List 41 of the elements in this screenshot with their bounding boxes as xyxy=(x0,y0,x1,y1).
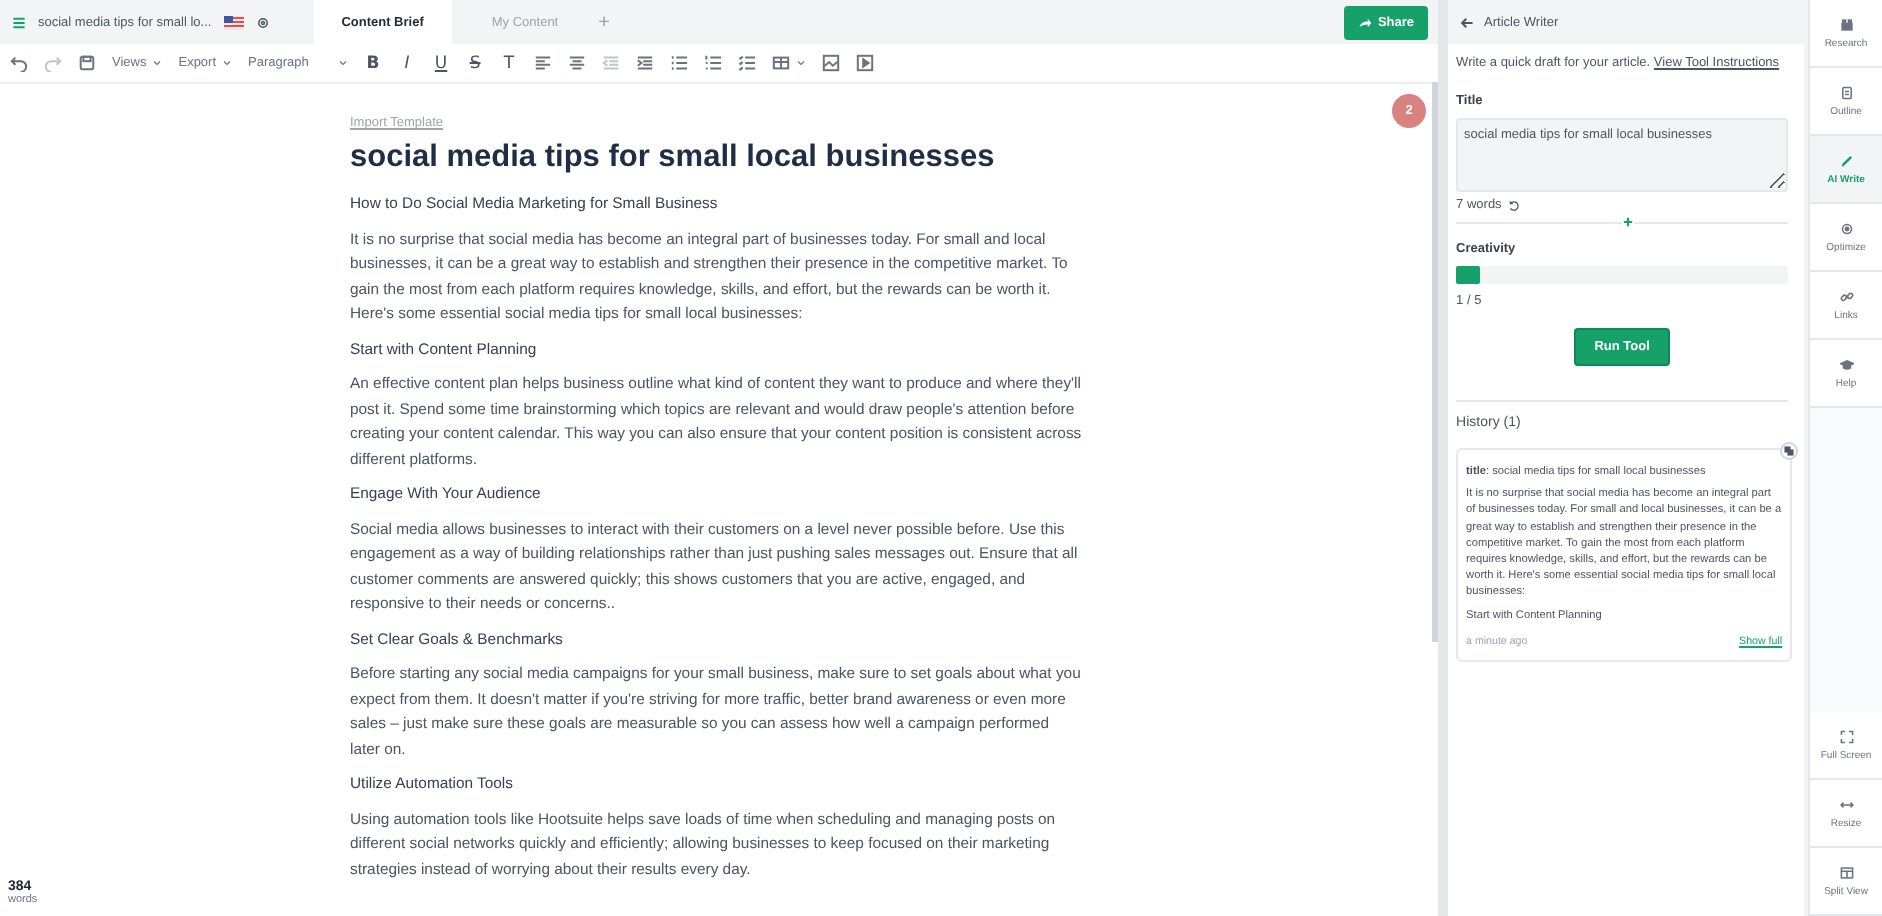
flag-icon xyxy=(223,15,244,29)
format-button[interactable]: U xyxy=(432,53,451,73)
checklist-icon xyxy=(738,54,757,72)
format-button[interactable]: T xyxy=(500,53,519,73)
undo-icon xyxy=(10,54,28,72)
binoculars-icon xyxy=(1839,17,1854,31)
link-icon xyxy=(1839,289,1854,303)
outdent-icon xyxy=(602,54,621,72)
format-button[interactable]: I xyxy=(398,53,417,73)
redo-icon xyxy=(44,54,62,72)
resize-icon xyxy=(1839,797,1854,811)
image-icon xyxy=(822,54,841,72)
menu-icon xyxy=(12,15,26,29)
document-icon xyxy=(1839,85,1854,99)
creativity-slider[interactable] xyxy=(1456,266,1789,284)
share-arrow-icon xyxy=(1357,15,1372,29)
graduation-cap-icon xyxy=(1839,357,1854,371)
caret-icon xyxy=(338,58,349,68)
table-icon xyxy=(772,54,791,72)
caret-icon xyxy=(152,58,163,68)
split-view-icon xyxy=(1839,865,1854,879)
format-button[interactable]: S xyxy=(466,53,485,73)
reset-icon xyxy=(1507,199,1520,211)
indent-icon xyxy=(636,54,655,72)
article-title: social media tips for small local businesses xyxy=(350,140,997,176)
bullet-list-icon xyxy=(670,54,689,72)
settings-icon xyxy=(255,15,270,29)
back-arrow-icon xyxy=(1460,15,1475,29)
fullscreen-icon xyxy=(1839,729,1854,743)
save-icon xyxy=(78,54,96,72)
pencil-icon xyxy=(1839,153,1854,167)
plus-icon xyxy=(1622,216,1635,228)
align-center-icon xyxy=(568,54,587,72)
caret-icon xyxy=(222,58,233,68)
align-left-icon xyxy=(534,54,553,72)
caret-icon xyxy=(796,58,807,68)
numbered-list-icon xyxy=(704,54,723,72)
video-icon xyxy=(856,54,875,72)
copy-icon xyxy=(1784,446,1795,456)
format-button[interactable]: B xyxy=(364,53,383,73)
gear-icon xyxy=(1839,221,1854,235)
